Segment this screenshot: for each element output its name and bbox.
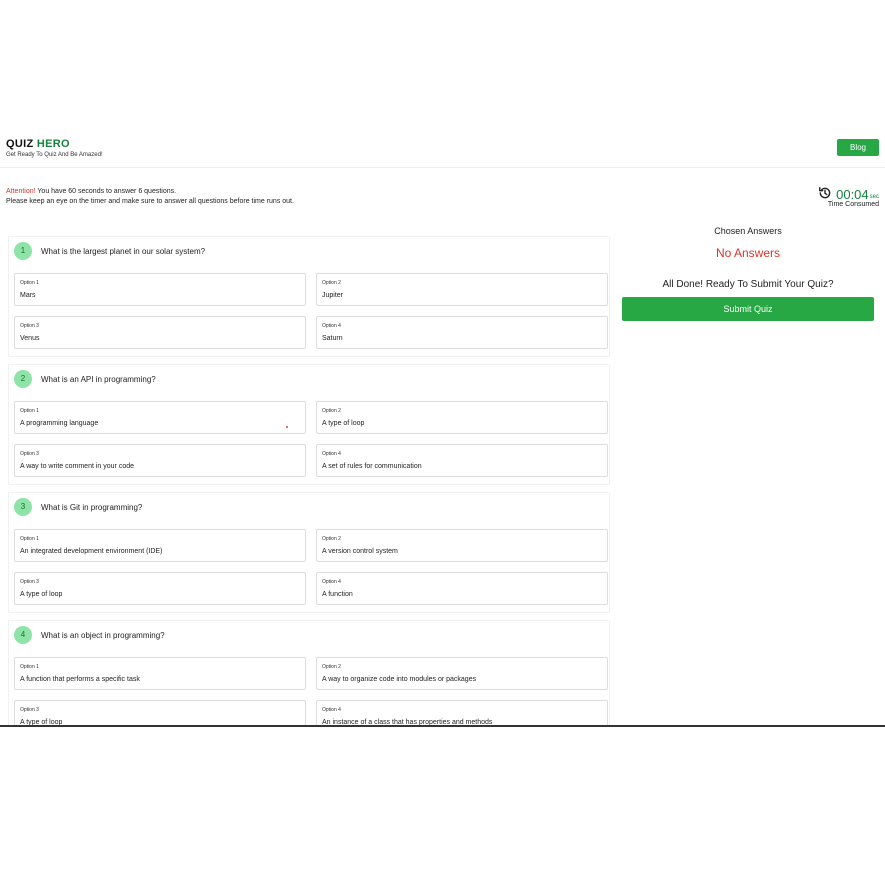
chosen-answers-title: Chosen Answers <box>714 226 782 236</box>
option-text: A type of loop <box>20 719 63 726</box>
option-text: A function <box>322 591 353 598</box>
option-label: Option 3 <box>20 579 39 585</box>
option-label: Option 2 <box>322 664 341 670</box>
option-label: Option 1 <box>20 280 39 286</box>
question-header: 4 What is an object in programming? <box>9 621 609 649</box>
option-card[interactable]: Option 2 A type of loop <box>316 401 608 434</box>
answers-sidebar: Chosen Answers No Answers All Done! Read… <box>622 226 874 321</box>
option-grid: Option 1 A programming language Option 2… <box>9 393 609 477</box>
question-card-2: 2 What is an API in programming? Option … <box>8 364 610 485</box>
option-label: Option 2 <box>322 280 341 286</box>
notice-line-1: Attention! You have 60 seconds to answer… <box>6 187 294 197</box>
question-number-badge: 1 <box>14 242 32 260</box>
timer-row: 00:04 sec <box>818 186 879 202</box>
option-text: A type of loop <box>322 420 365 427</box>
option-label: Option 4 <box>322 323 341 329</box>
option-label: Option 4 <box>322 707 341 713</box>
blog-button[interactable]: Blog <box>837 139 879 156</box>
quiz-page: QUIZ HERO Get Ready To Quiz And Be Amaze… <box>0 130 885 727</box>
question-text: What is an API in programming? <box>41 374 156 384</box>
brand-tagline: Get Ready To Quiz And Be Amazed! <box>6 152 103 158</box>
attention-notice: Attention! You have 60 seconds to answer… <box>6 187 294 207</box>
option-card[interactable]: Option 1 Mars <box>14 273 306 306</box>
brand-logo[interactable]: QUIZ HERO <box>6 138 103 150</box>
question-card-1: 1 What is the largest planet in our sola… <box>8 236 610 357</box>
option-label: Option 4 <box>322 451 341 457</box>
top-header: QUIZ HERO Get Ready To Quiz And Be Amaze… <box>0 130 885 168</box>
brand-accent: HERO <box>36 138 70 150</box>
option-text: Venus <box>20 335 40 342</box>
option-card[interactable]: Option 2 Jupiter <box>316 273 608 306</box>
option-card[interactable]: Option 3 A way to write comment in your … <box>14 444 306 477</box>
brand-prefix: QUIZ <box>6 138 34 150</box>
question-number-badge: 2 <box>14 370 32 388</box>
option-card[interactable]: Option 3 A type of loop <box>14 572 306 605</box>
option-text: A function that performs a specific task <box>20 676 140 683</box>
timer-value: 00:04 <box>836 187 869 202</box>
option-card[interactable]: Option 4 An instance of a class that has… <box>316 700 608 726</box>
option-grid: Option 1 Mars Option 2 Jupiter Option 3 … <box>9 265 609 349</box>
option-text: A programming language <box>20 420 99 427</box>
option-text: An instance of a class that has properti… <box>322 719 493 726</box>
notice-line-2: Please keep an eye on the timer and make… <box>6 198 294 205</box>
option-text: Mars <box>20 292 36 299</box>
timer-unit: sec <box>869 194 879 200</box>
option-text: A version control system <box>322 548 398 555</box>
option-label: Option 1 <box>20 408 39 414</box>
option-grid: Option 1 An integrated development envir… <box>9 521 609 605</box>
timer: 00:04 sec Time Consumed <box>818 186 879 208</box>
notice-text-1: You have 60 seconds to answer 6 question… <box>35 188 177 195</box>
attention-label: Attention! <box>6 188 36 195</box>
option-card[interactable]: Option 3 A type of loop <box>14 700 306 726</box>
history-icon <box>819 187 831 199</box>
option-text: A set of rules for communication <box>322 463 422 470</box>
option-text: A way to organize code into modules or p… <box>322 676 477 683</box>
question-number-badge: 4 <box>14 626 32 644</box>
option-text: Jupiter <box>322 292 344 299</box>
option-label: Option 3 <box>20 323 39 329</box>
option-label: Option 4 <box>322 579 341 585</box>
submit-quiz-button[interactable]: Submit Quiz <box>622 297 874 321</box>
option-card[interactable]: Option 1 An integrated development envir… <box>14 529 306 562</box>
question-header: 1 What is the largest planet in our sola… <box>9 237 609 265</box>
question-number-badge: 3 <box>14 498 32 516</box>
option-card[interactable]: Option 3 Venus <box>14 316 306 349</box>
timer-label: Time Consumed <box>827 201 879 208</box>
option-label: Option 1 <box>20 664 39 670</box>
question-list: 1 What is the largest planet in our sola… <box>8 236 610 726</box>
cursor-dot <box>286 426 288 428</box>
question-text: What is an object in programming? <box>41 630 165 640</box>
option-card[interactable]: Option 4 A set of rules for communicatio… <box>316 444 608 477</box>
option-card[interactable]: Option 4 A function <box>316 572 608 605</box>
no-answers-text: No Answers <box>715 246 781 260</box>
option-label: Option 3 <box>20 451 39 457</box>
option-text: A way to write comment in your code <box>20 463 134 470</box>
question-header: 3 What is Git in programming? <box>9 493 609 521</box>
option-text: A type of loop <box>20 591 63 598</box>
option-grid: Option 1 A function that performs a spec… <box>9 649 609 726</box>
brand: QUIZ HERO Get Ready To Quiz And Be Amaze… <box>6 138 103 158</box>
question-text: What is the largest planet in our solar … <box>41 246 206 256</box>
option-card[interactable]: Option 2 A version control system <box>316 529 608 562</box>
question-header: 2 What is an API in programming? <box>9 365 609 393</box>
option-text: Saturn <box>322 335 343 342</box>
option-text: An integrated development environment (I… <box>20 548 163 555</box>
option-label: Option 1 <box>20 536 39 542</box>
option-label: Option 3 <box>20 707 39 713</box>
option-card[interactable]: Option 1 A function that performs a spec… <box>14 657 306 690</box>
question-card-3: 3 What is Git in programming? Option 1 A… <box>8 492 610 613</box>
option-label: Option 2 <box>322 408 341 414</box>
ready-prompt: All Done! Ready To Submit Your Quiz? <box>662 279 834 290</box>
option-card[interactable]: Option 1 A programming language <box>14 401 306 434</box>
option-card[interactable]: Option 4 Saturn <box>316 316 608 349</box>
option-label: Option 2 <box>322 536 341 542</box>
question-text: What is Git in programming? <box>41 502 143 512</box>
question-card-4: 4 What is an object in programming? Opti… <box>8 620 610 726</box>
option-card[interactable]: Option 2 A way to organize code into mod… <box>316 657 608 690</box>
